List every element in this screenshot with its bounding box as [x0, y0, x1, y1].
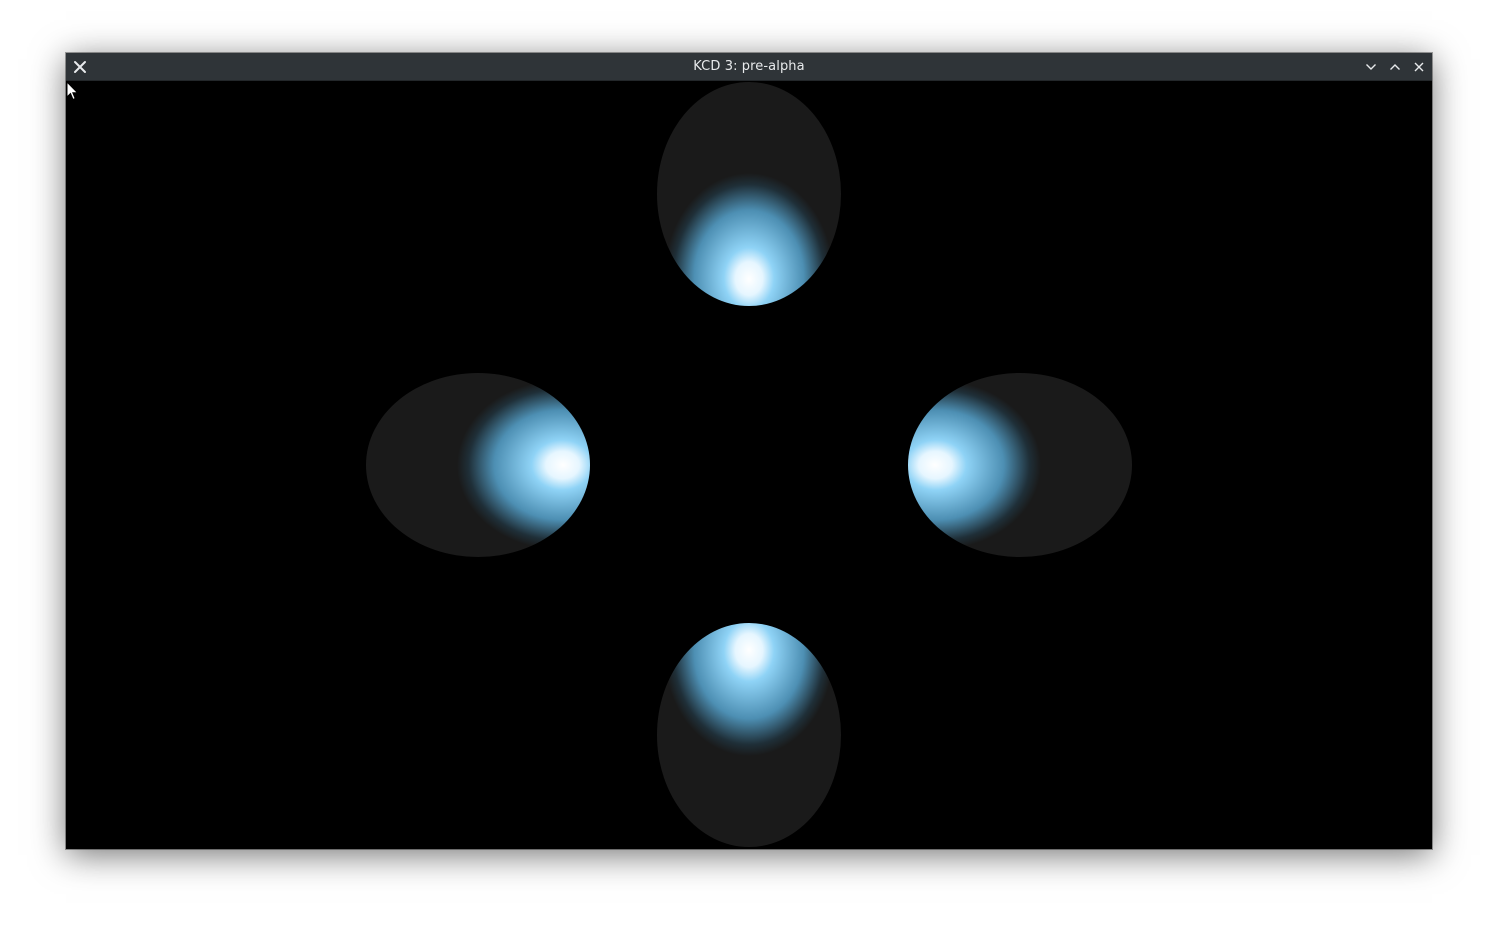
render-viewport[interactable] [66, 81, 1432, 849]
sphere-right [908, 373, 1132, 557]
title-bar[interactable]: KCD 3: pre-alpha [66, 53, 1432, 81]
minimize-button[interactable] [1361, 57, 1381, 77]
sphere-bottom [657, 623, 841, 847]
sphere-left [366, 373, 590, 557]
window-menu-button[interactable] [70, 57, 90, 77]
maximize-button[interactable] [1385, 57, 1405, 77]
chevron-up-icon [1390, 64, 1400, 70]
sphere-top [657, 82, 841, 306]
close-icon [1414, 62, 1424, 72]
scene-canvas [366, 82, 1132, 847]
close-x-icon [74, 61, 86, 73]
app-window: KCD 3: pre-alpha [66, 53, 1432, 849]
close-button[interactable] [1409, 57, 1429, 77]
window-title: KCD 3: pre-alpha [693, 59, 805, 74]
chevron-down-icon [1366, 64, 1376, 70]
mouse-pointer-icon [66, 81, 79, 101]
